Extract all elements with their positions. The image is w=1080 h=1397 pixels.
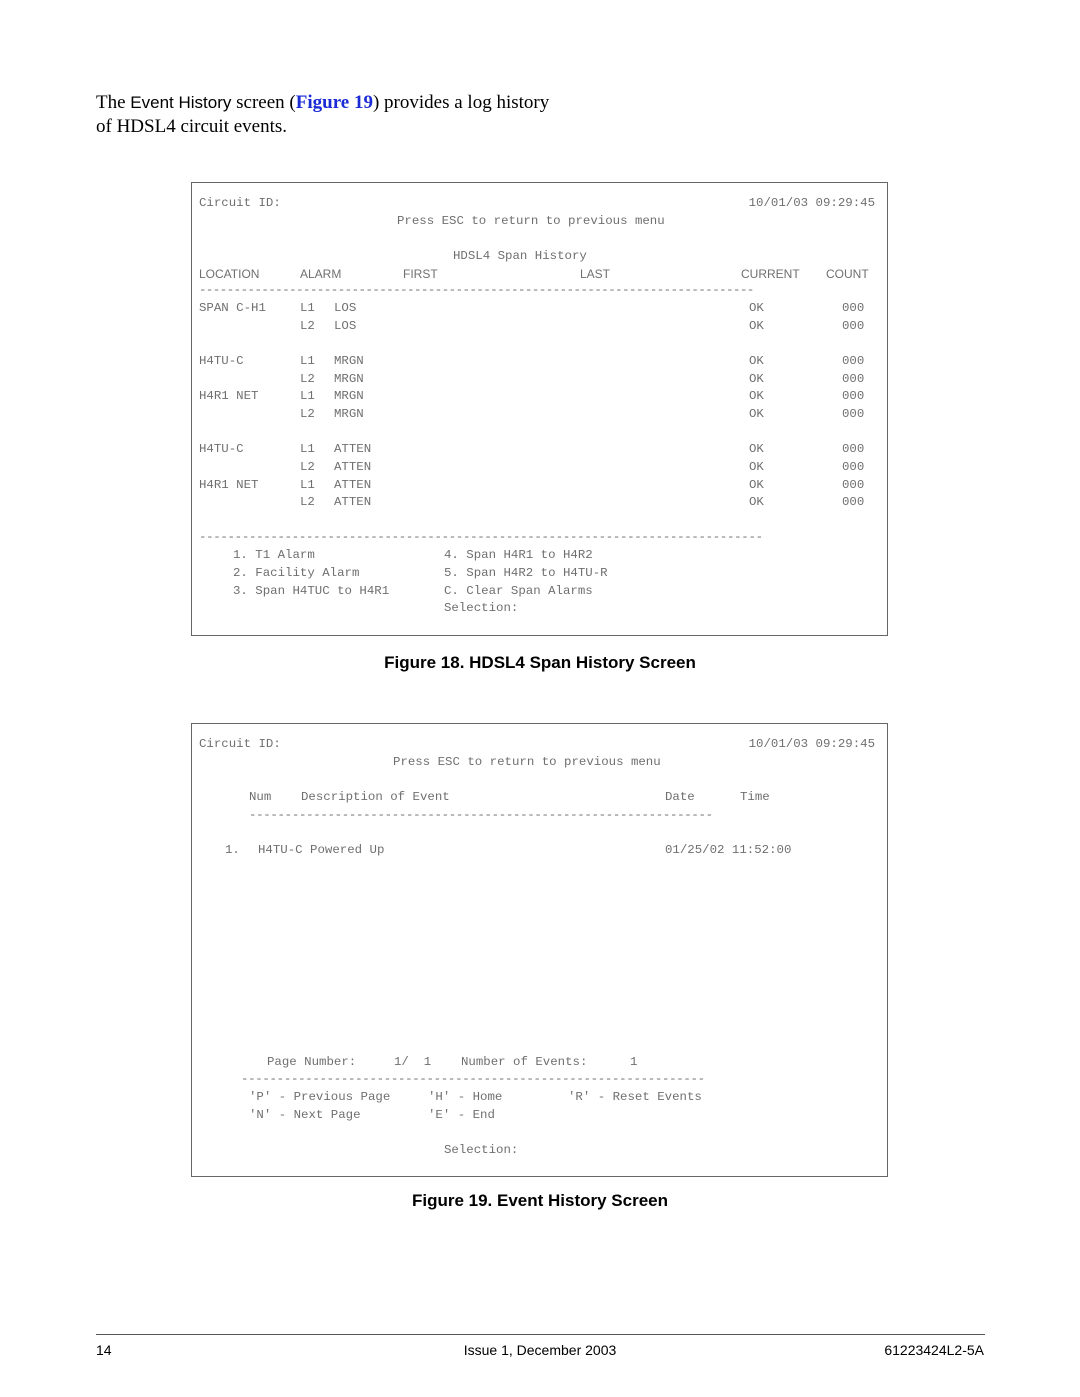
row-count: 000 bbox=[842, 301, 865, 315]
header-location: LOCATION bbox=[199, 267, 260, 281]
row-alarm: ATTEN bbox=[334, 442, 372, 456]
selection-prompt[interactable]: Selection: bbox=[444, 601, 518, 615]
next-page-command[interactable]: 'N' - Next Page bbox=[249, 1108, 361, 1122]
figure-link[interactable]: Figure 19 bbox=[296, 92, 373, 113]
row-alarm: MRGN bbox=[334, 407, 364, 421]
row-line: L1 bbox=[300, 354, 315, 368]
figure-18-caption: Figure 18. HDSL4 Span History Screen bbox=[384, 653, 696, 672]
row-current: OK bbox=[749, 478, 764, 492]
row-count: 000 bbox=[842, 478, 865, 492]
end-command[interactable]: 'E' - End bbox=[428, 1108, 495, 1122]
row-current: OK bbox=[749, 407, 764, 421]
row-line: L2 bbox=[300, 460, 315, 474]
row-location: H4R1 NET bbox=[199, 389, 259, 403]
row-line: L2 bbox=[300, 372, 315, 386]
event-description: H4TU-C Powered Up bbox=[258, 843, 385, 857]
intro-text: The bbox=[96, 92, 131, 113]
header-rule: ----------------------------------------… bbox=[249, 808, 713, 822]
intro-text: screen ( bbox=[231, 92, 296, 113]
row-location: H4TU-C bbox=[199, 442, 244, 456]
event-history-screen: Circuit ID: 10/01/03 09:29:45 Press ESC … bbox=[191, 723, 888, 1177]
events-count-value: 1 bbox=[630, 1055, 638, 1069]
row-line: L1 bbox=[300, 442, 315, 456]
home-command[interactable]: 'H' - Home bbox=[428, 1090, 502, 1104]
event-num: 1. bbox=[225, 843, 240, 857]
row-alarm: MRGN bbox=[334, 354, 364, 368]
row-location: H4TU-C bbox=[199, 354, 244, 368]
document-number: 61223424L2-5A bbox=[884, 1342, 984, 1358]
command-rule: ----------------------------------------… bbox=[241, 1072, 705, 1086]
menu-item-1[interactable]: 1. T1 Alarm bbox=[233, 548, 315, 562]
header-last: LAST bbox=[580, 267, 611, 281]
row-line: L2 bbox=[300, 407, 315, 421]
row-alarm: LOS bbox=[334, 301, 357, 315]
row-count: 000 bbox=[842, 460, 865, 474]
screen-name: Event History bbox=[130, 93, 232, 112]
row-line: L1 bbox=[300, 389, 315, 403]
row-alarm: MRGN bbox=[334, 372, 364, 386]
menu-item-clear[interactable]: C. Clear Span Alarms bbox=[444, 584, 593, 598]
intro-paragraph: The Event History screen (Figure 19) pro… bbox=[96, 91, 556, 139]
row-count: 000 bbox=[842, 389, 865, 403]
header-alarm: ALARM bbox=[300, 267, 342, 281]
row-alarm: ATTEN bbox=[334, 478, 372, 492]
page-number-value: 1/ 1 bbox=[394, 1055, 432, 1069]
row-line: L2 bbox=[300, 495, 315, 509]
circuit-id-label: Circuit ID: bbox=[199, 196, 281, 210]
menu-item-2[interactable]: 2. Facility Alarm bbox=[233, 566, 359, 580]
datetime: 10/01/03 09:29:45 bbox=[748, 196, 875, 210]
row-current: OK bbox=[749, 389, 764, 403]
row-count: 000 bbox=[842, 372, 865, 386]
header-description: Description of Event bbox=[301, 790, 450, 804]
header-count: COUNT bbox=[826, 267, 869, 281]
circuit-id-label: Circuit ID: bbox=[199, 737, 281, 751]
span-history-screen: Circuit ID: 10/01/03 09:29:45 Press ESC … bbox=[191, 182, 888, 636]
selection-prompt[interactable]: Selection: bbox=[444, 1143, 518, 1157]
header-first: FIRST bbox=[403, 267, 438, 281]
esc-hint: Press ESC to return to previous menu bbox=[393, 755, 661, 769]
row-current: OK bbox=[749, 301, 764, 315]
screen-title: HDSL4 Span History bbox=[453, 249, 587, 263]
row-location: H4R1 NET bbox=[199, 478, 259, 492]
menu-rule: ----------------------------------------… bbox=[199, 530, 763, 544]
header-date: Date bbox=[665, 790, 695, 804]
row-current: OK bbox=[749, 319, 764, 333]
row-current: OK bbox=[749, 495, 764, 509]
reset-events-command[interactable]: 'R' - Reset Events bbox=[568, 1090, 702, 1104]
row-alarm: MRGN bbox=[334, 389, 364, 403]
menu-item-3[interactable]: 3. Span H4TUC to H4R1 bbox=[233, 584, 389, 598]
row-alarm: LOS bbox=[334, 319, 357, 333]
row-line: L2 bbox=[300, 319, 315, 333]
row-count: 000 bbox=[842, 495, 865, 509]
datetime: 10/01/03 09:29:45 bbox=[748, 737, 875, 751]
row-current: OK bbox=[749, 460, 764, 474]
events-count-label: Number of Events: bbox=[461, 1055, 588, 1069]
header-time: Time bbox=[740, 790, 770, 804]
menu-item-4[interactable]: 4. Span H4R1 to H4R2 bbox=[444, 548, 593, 562]
menu-item-5[interactable]: 5. Span H4R2 to H4TU-R bbox=[444, 566, 608, 580]
row-count: 000 bbox=[842, 354, 865, 368]
header-rule: ----------------------------------------… bbox=[199, 283, 754, 297]
row-count: 000 bbox=[842, 407, 865, 421]
row-count: 000 bbox=[842, 442, 865, 456]
previous-page-command[interactable]: 'P' - Previous Page bbox=[249, 1090, 390, 1104]
row-alarm: ATTEN bbox=[334, 495, 372, 509]
row-current: OK bbox=[749, 442, 764, 456]
row-current: OK bbox=[749, 354, 764, 368]
footer-divider bbox=[96, 1334, 985, 1335]
header-num: Num bbox=[249, 790, 272, 804]
row-line: L1 bbox=[300, 478, 315, 492]
row-location: SPAN C-H1 bbox=[199, 301, 266, 315]
header-current: CURRENT bbox=[741, 267, 800, 281]
row-current: OK bbox=[749, 372, 764, 386]
event-datetime: 01/25/02 11:52:00 bbox=[665, 843, 792, 857]
esc-hint: Press ESC to return to previous menu bbox=[397, 214, 665, 228]
figure-19-caption: Figure 19. Event History Screen bbox=[411, 1191, 669, 1210]
page-number-label: Page Number: bbox=[267, 1055, 357, 1069]
row-count: 000 bbox=[842, 319, 865, 333]
row-alarm: ATTEN bbox=[334, 460, 372, 474]
row-line: L1 bbox=[300, 301, 315, 315]
